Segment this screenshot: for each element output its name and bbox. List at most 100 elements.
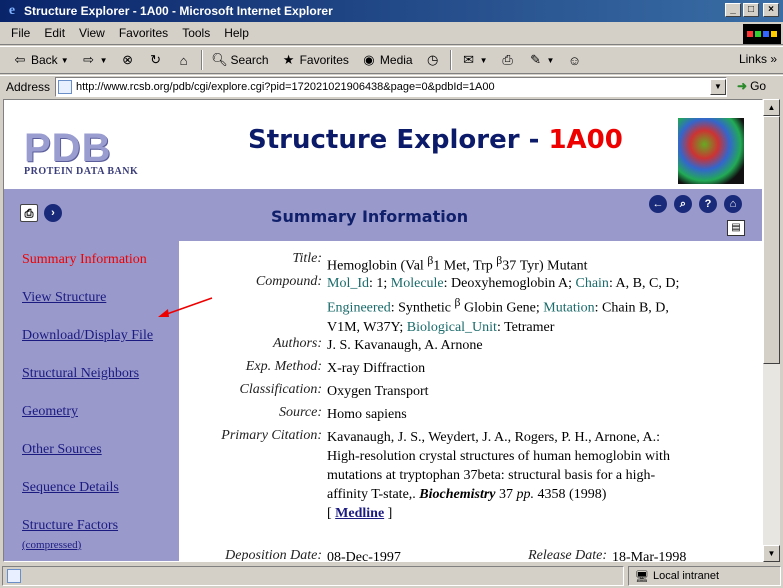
print-page-icon[interactable]: ⎙ (20, 204, 38, 222)
back-arrow-icon: ⇦ (14, 52, 26, 67)
section-title: Summary Information (271, 207, 469, 226)
toolbar: ⇦ Back ▼ ⇨ ▼ ⊗ ↻ ⌂ 🔍︎ Search ★ Favorites… (0, 46, 783, 74)
release-date-label: Release Date: (528, 548, 607, 562)
nav-sequence-details[interactable]: Sequence Details (22, 480, 119, 496)
favorites-label: Favorites (299, 53, 349, 67)
pdb-logo-letters: PDB (24, 126, 112, 170)
back-button[interactable]: ⇦ Back ▼ (6, 49, 75, 71)
next-arrow-icon[interactable]: › (44, 204, 62, 222)
menu-favorites[interactable]: Favorites (112, 26, 175, 40)
primary-citation-value: Kavanaugh, J. S., Weydert, J. A., Rogers… (327, 430, 670, 521)
primary-citation-label: Primary Citation: (221, 428, 322, 443)
source-label: Source: (278, 405, 322, 420)
favorites-icon: ★ (282, 52, 295, 67)
search-icon: 🔍︎ (211, 52, 228, 67)
forward-button[interactable]: ⇨ ▼ (75, 49, 114, 71)
refresh-button[interactable]: ↻ (142, 49, 170, 71)
menu-edit[interactable]: Edit (37, 26, 72, 40)
page-status-icon (7, 569, 21, 583)
title-label: Title: (292, 251, 322, 266)
vertical-scrollbar[interactable]: ▲ ▼ (763, 99, 780, 562)
status-zone: 🖥︎ Local intranet (628, 566, 781, 586)
red-arrow-annotation (158, 297, 213, 317)
edit-button[interactable]: ✎ ▼ (522, 49, 561, 71)
zone-label: Local intranet (652, 570, 720, 582)
back-label: Back (31, 53, 58, 67)
nav-structure-factors-compressed[interactable]: (compressed) (22, 539, 81, 551)
title-bar: e Structure Explorer - 1A00 - Microsoft … (0, 0, 783, 22)
nav-view-structure[interactable]: View Structure (22, 290, 106, 306)
address-label: Address (6, 79, 51, 94)
address-dropdown-button[interactable]: ▼ (710, 79, 726, 95)
exp-method-label: Exp. Method: (245, 359, 322, 374)
address-bar: Address http://www.rcsb.org/pdb/cgi/expl… (0, 75, 783, 97)
print-button[interactable]: ⎙ (494, 49, 522, 71)
home-nav-icon[interactable]: ⌂ (724, 195, 742, 213)
compound-value: Mol_Id: 1; Molecule: Deoxyhemoglobin A; … (327, 276, 680, 335)
history-icon: ◷ (426, 52, 439, 67)
address-url: http://www.rcsb.org/pdb/cgi/explore.cgi?… (76, 81, 495, 93)
display-icon[interactable]: ▤ (727, 220, 745, 236)
pdb-logo[interactable]: PDB PROTEIN DATA BANK (24, 126, 149, 177)
menu-file[interactable]: File (4, 26, 37, 40)
nav-other-sources[interactable]: Other Sources (22, 442, 102, 458)
classification-label: Classification: (239, 382, 322, 397)
scroll-thumb[interactable] (763, 116, 780, 364)
media-button[interactable]: ◉ Media (355, 49, 419, 71)
status-bar: 🖥︎ Local intranet (0, 564, 783, 588)
medline-link[interactable]: Medline (335, 506, 384, 521)
compound-label: Compound: (255, 274, 322, 289)
print-icon: ⎙ (502, 52, 513, 67)
minimize-button[interactable]: _ (725, 3, 741, 17)
help-icon[interactable]: ? (699, 195, 717, 213)
mail-icon: ✉ (463, 52, 475, 67)
edit-icon: ✎ (530, 52, 541, 67)
title-value: Hemoglobin (Val β1 Met, Trp β37 Tyr) Mut… (327, 254, 588, 274)
nav-structure-factors[interactable]: Structure Factors (22, 518, 118, 534)
exp-method-value: X-ray Diffraction (327, 361, 426, 376)
messenger-icon: ☺ (567, 52, 582, 68)
nav-geometry[interactable]: Geometry (22, 404, 78, 420)
nav-summary-information[interactable]: Summary Information (22, 252, 147, 268)
stop-button[interactable]: ⊗ (114, 49, 142, 71)
address-input[interactable]: http://www.rcsb.org/pdb/cgi/explore.cgi?… (55, 77, 727, 97)
messenger-button[interactable]: ☺ (560, 49, 588, 71)
nav-structural-neighbors[interactable]: Structural Neighbors (22, 366, 139, 382)
favorites-button[interactable]: ★ Favorites (275, 49, 355, 71)
deposition-date-label: Deposition Date: (225, 548, 322, 562)
authors-label: Authors: (273, 336, 322, 351)
search-nav-icon[interactable]: ⌕ (674, 195, 692, 213)
page-title-id: 1A00 (548, 125, 623, 155)
page-viewport: PDB PROTEIN DATA BANK Structure Explorer… (3, 99, 763, 562)
scroll-down-button[interactable]: ▼ (763, 545, 780, 562)
links-button[interactable]: Links » (739, 52, 777, 66)
maximize-button[interactable]: □ (743, 3, 759, 17)
structure-thumbnail[interactable] (678, 118, 744, 184)
menu-view[interactable]: View (72, 26, 112, 40)
ie-icon: e (8, 3, 16, 18)
mail-button[interactable]: ✉ ▼ (455, 49, 494, 71)
page-icon (58, 80, 72, 94)
home-button[interactable]: ⌂ (170, 49, 198, 71)
release-date-value: 18-Mar-1998 (612, 550, 687, 562)
scroll-up-button[interactable]: ▲ (763, 99, 780, 116)
history-button[interactable]: ◷ (419, 49, 447, 71)
menu-help[interactable]: Help (217, 26, 256, 40)
search-label: Search (230, 53, 269, 67)
media-icon: ◉ (363, 52, 375, 67)
page-title: Structure Explorer - 1A00 (248, 125, 623, 155)
home-icon: ⌂ (179, 52, 188, 68)
go-button[interactable]: ➜ Go (737, 79, 766, 93)
go-arrow-icon: ➜ (737, 79, 748, 93)
intranet-icon: 🖥︎ (635, 570, 649, 583)
refresh-icon: ↻ (150, 52, 161, 67)
close-button[interactable]: × (763, 3, 779, 17)
forward-arrow-icon: ⇨ (83, 52, 95, 67)
menu-tools[interactable]: Tools (175, 26, 217, 40)
back-arrow-nav-icon[interactable]: ← (649, 195, 667, 213)
media-label: Media (379, 53, 413, 67)
nav-download-display-file[interactable]: Download/Display File (22, 328, 153, 344)
classification-value: Oxygen Transport (327, 384, 429, 399)
search-button[interactable]: 🔍︎ Search (206, 49, 275, 71)
status-main (2, 566, 624, 586)
